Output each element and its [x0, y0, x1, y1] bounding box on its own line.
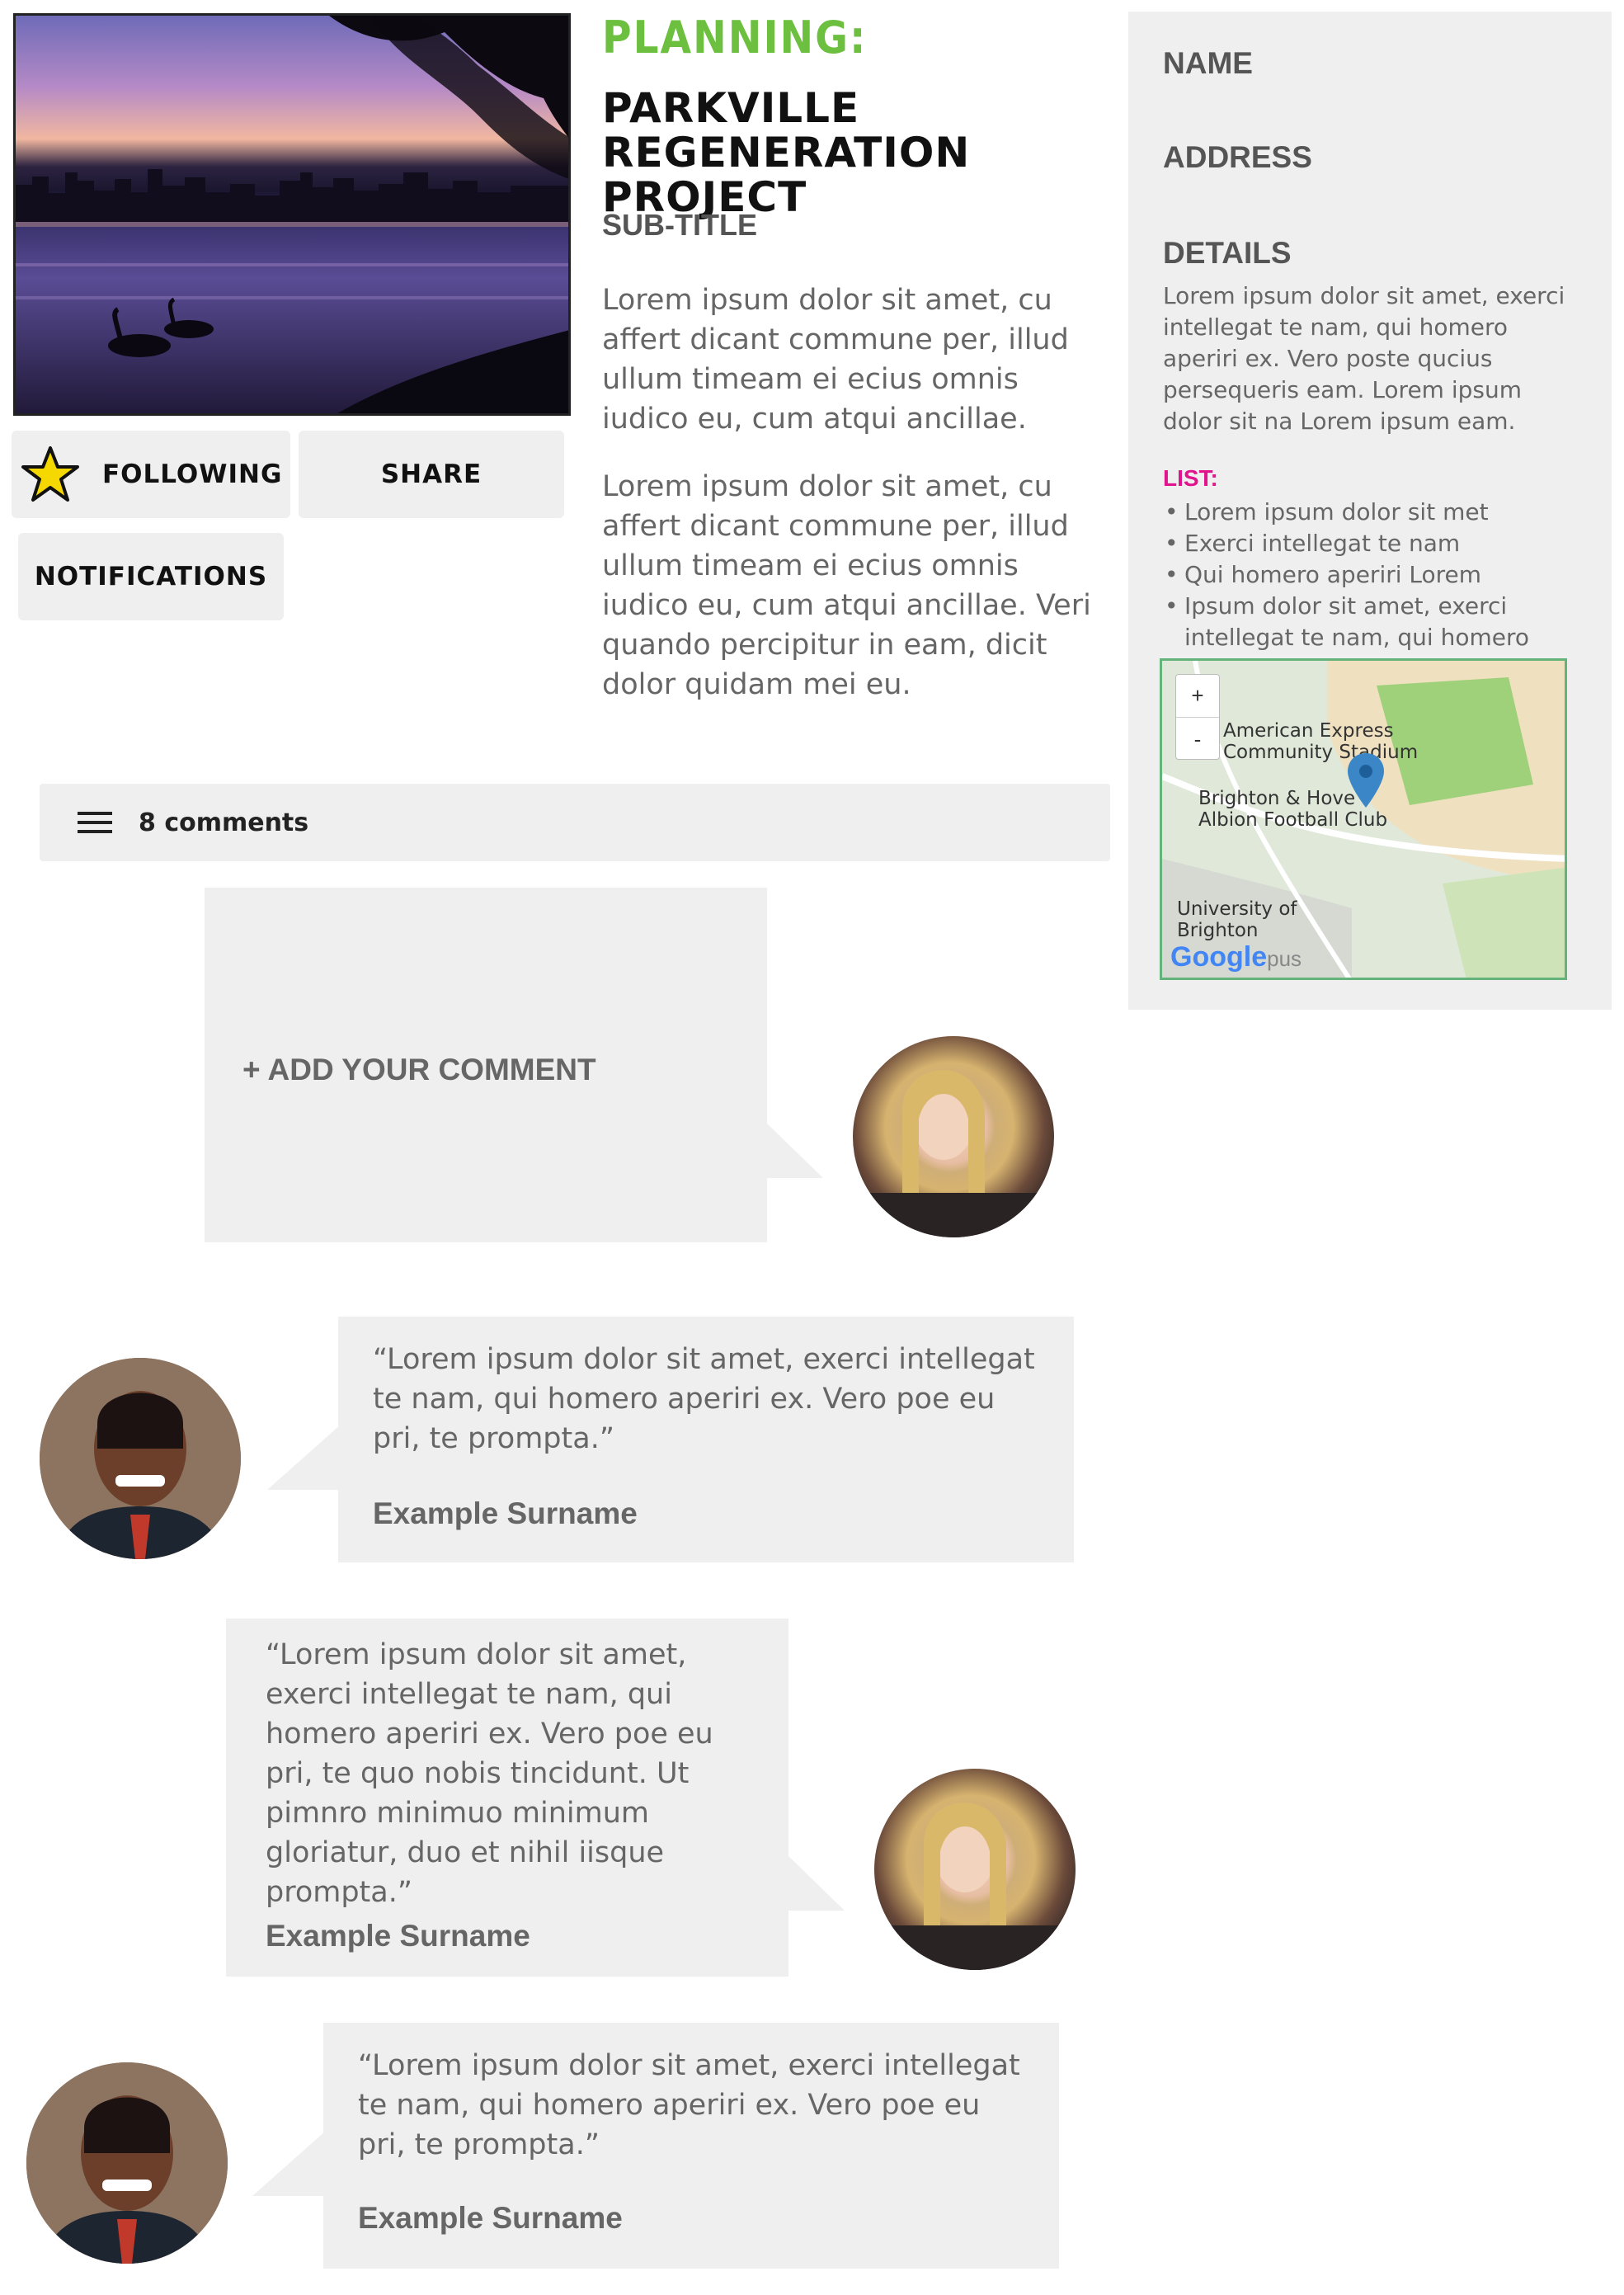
- avatar: [853, 1036, 1054, 1237]
- list-label: LIST:: [1163, 465, 1218, 491]
- bubble-pointer: [787, 1854, 845, 1911]
- list-item: Lorem ipsum dolor sit met: [1163, 497, 1584, 528]
- comment-bubble: “Lorem ipsum dolor sit amet, exerci inte…: [226, 1619, 788, 1977]
- address-label: ADDRESS: [1163, 140, 1312, 174]
- notifications-label: NOTIFICATIONS: [34, 562, 268, 591]
- map-label-university: University of Brighton: [1177, 898, 1297, 941]
- share-button[interactable]: SHARE: [299, 431, 564, 518]
- page-subtitle: SUB-TITLE: [602, 208, 757, 242]
- map-pin-icon[interactable]: [1345, 752, 1386, 809]
- map-label-stadium: American Express Community Stadium: [1223, 720, 1419, 763]
- bubble-pointer: [765, 1122, 823, 1178]
- comment-author: Example Surname: [358, 2201, 623, 2235]
- description-paragraph-1: Lorem ipsum dolor sit amet, cu affert di…: [602, 284, 1069, 436]
- project-photo: [13, 13, 571, 416]
- list-item: Qui homero aperiri Lorem: [1163, 559, 1584, 591]
- comment-text: “Lorem ipsum dolor sit amet, exerci inte…: [373, 1343, 1035, 1455]
- zoom-out-button[interactable]: -: [1176, 718, 1219, 761]
- add-comment-label: + ADD YOUR COMMENT: [242, 1053, 596, 1086]
- bubble-pointer: [252, 2130, 327, 2196]
- category-label: PLANNING:: [602, 12, 868, 64]
- comment-text: “Lorem ipsum dolor sit amet, exerci inte…: [358, 2049, 1020, 2161]
- description-paragraph-2: Lorem ipsum dolor sit amet, cu affert di…: [602, 470, 1091, 701]
- comments-bar[interactable]: 8 comments: [40, 784, 1110, 861]
- share-label: SHARE: [380, 459, 482, 489]
- details-list: Lorem ipsum dolor sit met Exerci intelle…: [1163, 497, 1584, 653]
- notifications-button[interactable]: NOTIFICATIONS: [18, 533, 284, 620]
- avatar: [40, 1358, 241, 1559]
- comment-count: 8 comments: [139, 808, 309, 837]
- following-label: FOLLOWING: [102, 459, 283, 489]
- star-icon: [21, 445, 79, 503]
- avatar: [874, 1769, 1076, 1970]
- details-panel: NAME ADDRESS DETAILS Lorem ipsum dolor s…: [1128, 12, 1612, 1010]
- page-title: PARKVILLE REGENERATION PROJECT: [602, 84, 971, 221]
- google-logo-text: Google: [1170, 941, 1268, 973]
- bubble-pointer: [267, 1424, 341, 1490]
- comment-bubble: “Lorem ipsum dolor sit amet, exerci inte…: [323, 2023, 1059, 2269]
- details-text: Lorem ipsum dolor sit amet, exerci intel…: [1163, 282, 1565, 435]
- name-label: NAME: [1163, 46, 1253, 80]
- add-comment-box[interactable]: + ADD YOUR COMMENT: [205, 888, 767, 1242]
- list-item: Exerci intellegat te nam: [1163, 528, 1584, 559]
- comment-author: Example Surname: [373, 1496, 638, 1530]
- comment-author: Example Surname: [266, 1919, 530, 1953]
- comment-bubble: “Lorem ipsum dolor sit amet, exerci inte…: [338, 1317, 1074, 1562]
- location-map[interactable]: + - American Express Community Stadium B…: [1160, 658, 1567, 980]
- details-label: DETAILS: [1163, 236, 1292, 270]
- zoom-in-button[interactable]: +: [1176, 675, 1219, 718]
- avatar: [26, 2062, 228, 2264]
- comment-text: “Lorem ipsum dolor sit amet, exerci inte…: [266, 1638, 713, 1909]
- following-button[interactable]: FOLLOWING: [12, 431, 290, 518]
- list-item: Ipsum dolor sit amet, exerci intellegat …: [1163, 591, 1584, 653]
- menu-icon: [78, 810, 112, 835]
- map-zoom-control: + -: [1175, 674, 1220, 760]
- google-logo: Googlepus: [1170, 941, 1302, 973]
- map-label-suffix: pus: [1267, 946, 1302, 971]
